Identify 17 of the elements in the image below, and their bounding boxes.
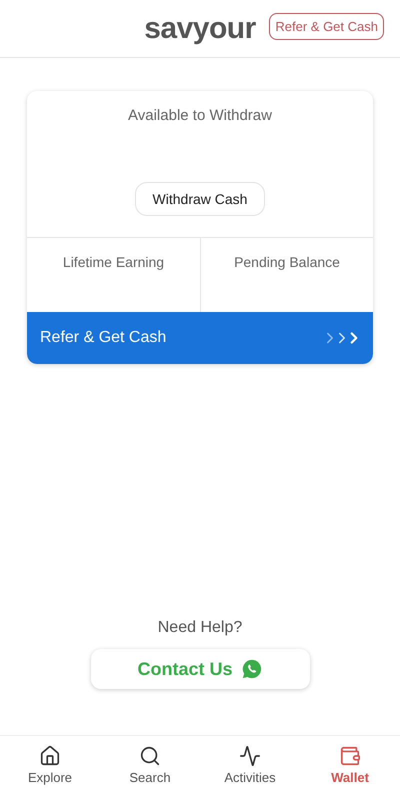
nav-tab[interactable]: Search [100, 736, 200, 793]
nav-tab[interactable]: Explore [0, 736, 100, 793]
home-icon [39, 744, 61, 766]
chat-icon [240, 658, 262, 680]
wallet-icon [339, 744, 361, 766]
search-icon [139, 744, 161, 766]
pulse-icon [239, 744, 261, 766]
help-title: Need Help? [158, 619, 242, 637]
withdraw-button[interactable]: Withdraw Cash [134, 182, 266, 216]
nav-tab[interactable]: Wallet [300, 736, 400, 793]
lifetime-label: Lifetime Earning [62, 254, 164, 272]
logo: savyour [144, 12, 256, 46]
pending-label: Pending Balance [234, 254, 340, 272]
refer-button[interactable]: Refer & Get Cash [269, 13, 384, 40]
available-label: Available to Withdraw [128, 107, 272, 124]
nav-tab[interactable]: Activities [200, 736, 300, 793]
refer-banner[interactable]: Refer & Get Cash [27, 312, 373, 364]
